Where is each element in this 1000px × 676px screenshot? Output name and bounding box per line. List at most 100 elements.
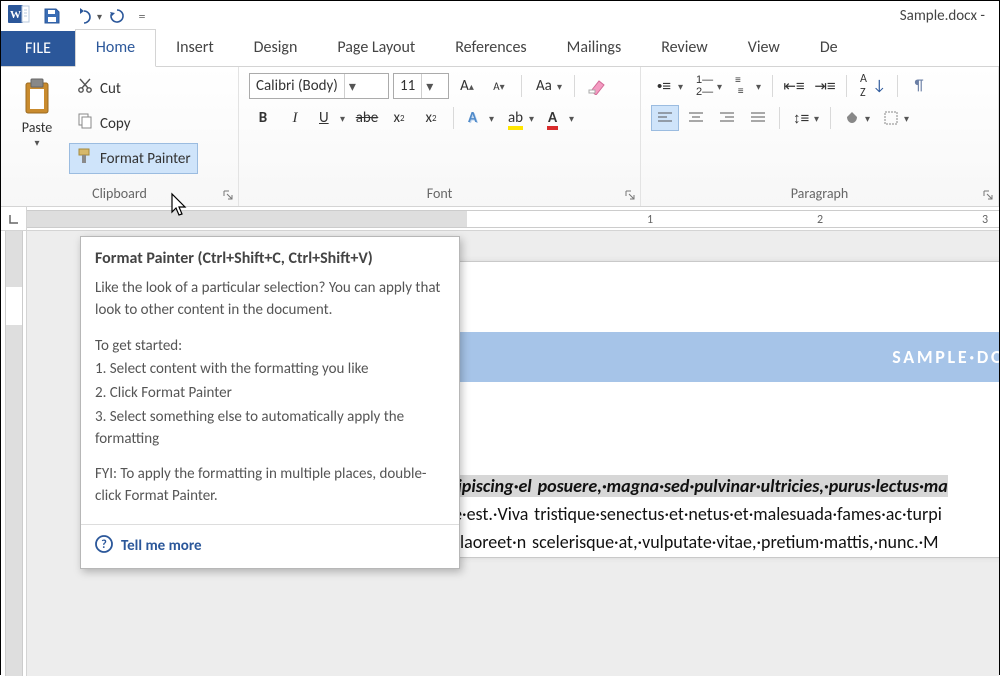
separator — [830, 107, 831, 129]
increase-indent-button[interactable]: ⇥≡ — [811, 73, 839, 99]
change-case-label: Aa — [536, 77, 552, 95]
paintbrush-icon — [76, 147, 94, 170]
separator — [453, 107, 454, 129]
subscript-button[interactable]: x2 — [385, 105, 413, 131]
tab-page-layout[interactable]: Page Layout — [317, 30, 435, 66]
cut-button[interactable]: Cut — [69, 73, 198, 104]
font-launcher-icon[interactable] — [624, 188, 638, 202]
tab-design[interactable]: Design — [234, 30, 318, 66]
tooltip-title: Format Painter (Ctrl+Shift+C, Ctrl+Shift… — [81, 237, 459, 274]
horizontal-ruler[interactable]: 1 2 3 — [27, 207, 999, 231]
italic-button[interactable]: I — [281, 105, 309, 131]
tooltip-step: 2. Click Format Painter — [95, 383, 445, 405]
chevron-down-icon[interactable]: ▾ — [421, 74, 437, 98]
separator — [846, 75, 847, 97]
group-paragraph: •≡▾ 1—2—▾ ≡ ≡▾ ⇤≡ ⇥≡ AZ↓ ¶ ↕≡▾ ▾ — [641, 67, 999, 206]
bold-button[interactable]: B — [249, 105, 277, 131]
borders-button[interactable]: ▾ — [877, 105, 913, 131]
tab-view[interactable]: View — [728, 30, 800, 66]
qat-customize-button[interactable]: = — [134, 3, 150, 29]
title-bar: W ▾ = Sample.docx - — [1, 1, 999, 31]
format-painter-label: Format Painter — [100, 150, 191, 168]
ribbon: Paste ▾ Cut Copy Format Painter Clipboar… — [1, 67, 999, 207]
paragraph-group-label: Paragraph — [651, 183, 988, 206]
qat-repeat-button[interactable] — [104, 3, 130, 29]
tab-home[interactable]: Home — [75, 29, 156, 67]
tab-mailings[interactable]: Mailings — [547, 30, 642, 66]
tab-file[interactable]: FILE — [1, 31, 75, 66]
tooltip-text: Like the look of a particular selection?… — [95, 278, 445, 322]
format-painter-tooltip: Format Painter (Ctrl+Shift+C, Ctrl+Shift… — [80, 236, 460, 569]
superscript-button[interactable]: x2 — [417, 105, 445, 131]
tooltip-step: 1. Select content with the formatting yo… — [95, 359, 445, 381]
copy-label: Copy — [100, 115, 131, 133]
shading-button[interactable]: ▾ — [838, 105, 874, 131]
ruler-number: 3 — [982, 213, 988, 227]
change-case-button[interactable]: Aa▾ — [530, 73, 566, 99]
multilevel-list-button[interactable]: ≡ ≡▾ — [729, 73, 765, 99]
tab-review[interactable]: Review — [641, 30, 728, 66]
group-clipboard: Paste ▾ Cut Copy Format Painter Clipboar… — [1, 67, 239, 206]
underline-button[interactable]: U▾ — [313, 105, 349, 131]
clipboard-group-label: Clipboard — [11, 183, 228, 206]
document-title: Sample.docx - — [892, 7, 993, 25]
qat-undo-button[interactable] — [69, 3, 95, 29]
separator — [521, 75, 522, 97]
align-right-button[interactable] — [713, 105, 741, 131]
highlight-button[interactable]: ab▾ — [502, 105, 538, 131]
clear-formatting-button[interactable] — [583, 73, 611, 99]
tooltip-text: FYI: To apply the formatting in multiple… — [95, 464, 445, 508]
tab-developer-cut[interactable]: De — [800, 30, 858, 66]
separator — [779, 107, 780, 129]
svg-text:?: ? — [101, 538, 107, 552]
tooltip-text: To get started: — [95, 336, 445, 358]
separator — [772, 75, 773, 97]
paste-dropdown-icon[interactable]: ▾ — [34, 136, 39, 149]
help-icon: ? — [95, 535, 113, 558]
svg-text:W: W — [10, 9, 21, 21]
font-group-label: Font — [249, 183, 630, 206]
sort-button[interactable]: AZ↓ — [854, 73, 890, 99]
font-size-combo[interactable]: 11 ▾ — [393, 73, 449, 99]
tell-me-more-label: Tell me more — [121, 537, 202, 555]
format-painter-button[interactable]: Format Painter — [69, 143, 198, 174]
tab-insert[interactable]: Insert — [156, 30, 234, 66]
font-color-button[interactable]: A▾ — [542, 105, 578, 131]
ruler-number: 1 — [647, 213, 653, 227]
paragraph-launcher-icon[interactable] — [982, 188, 996, 202]
font-name-value: Calibri (Body) — [250, 77, 344, 95]
strikethrough-button[interactable]: abe — [353, 105, 381, 131]
bullets-button[interactable]: •≡▾ — [651, 73, 687, 99]
cut-label: Cut — [100, 80, 121, 98]
qat-save-button[interactable] — [39, 3, 65, 29]
justify-button[interactable] — [744, 105, 772, 131]
tab-references[interactable]: References — [435, 30, 546, 66]
ribbon-tabs: FILE Home Insert Design Page Layout Refe… — [1, 31, 999, 67]
numbering-button[interactable]: 1—2—▾ — [690, 73, 726, 99]
separator — [574, 75, 575, 97]
paste-button[interactable]: Paste ▾ — [11, 73, 63, 183]
font-size-value: 11 — [394, 77, 421, 95]
text-effects-button[interactable]: A▾ — [462, 105, 498, 131]
line-spacing-button[interactable]: ↕≡▾ — [787, 105, 823, 131]
vertical-ruler[interactable] — [1, 207, 27, 676]
tab-selector[interactable] — [1, 207, 26, 231]
group-font: Calibri (Body) ▾ 11 ▾ A▴ A▾ Aa▾ B I U▾ a… — [239, 67, 641, 206]
copy-button[interactable]: Copy — [69, 108, 198, 139]
ruler-number: 2 — [817, 213, 823, 227]
decrease-indent-button[interactable]: ⇤≡ — [780, 73, 808, 99]
clipboard-launcher-icon[interactable] — [222, 188, 236, 202]
show-hide-button[interactable]: ¶ — [905, 73, 933, 99]
paste-label: Paste — [22, 119, 52, 136]
scissors-icon — [76, 77, 94, 100]
shrink-font-button[interactable]: A▾ — [485, 73, 513, 99]
copy-icon — [76, 112, 94, 135]
tell-me-more-link[interactable]: ? Tell me more — [81, 525, 459, 568]
align-left-button[interactable] — [651, 105, 679, 131]
separator — [897, 75, 898, 97]
grow-font-button[interactable]: A▴ — [453, 73, 481, 99]
chevron-down-icon[interactable]: ▾ — [344, 74, 360, 98]
align-center-button[interactable] — [682, 105, 710, 131]
undo-dropdown-icon[interactable]: ▾ — [97, 10, 102, 23]
font-name-combo[interactable]: Calibri (Body) ▾ — [249, 73, 389, 99]
